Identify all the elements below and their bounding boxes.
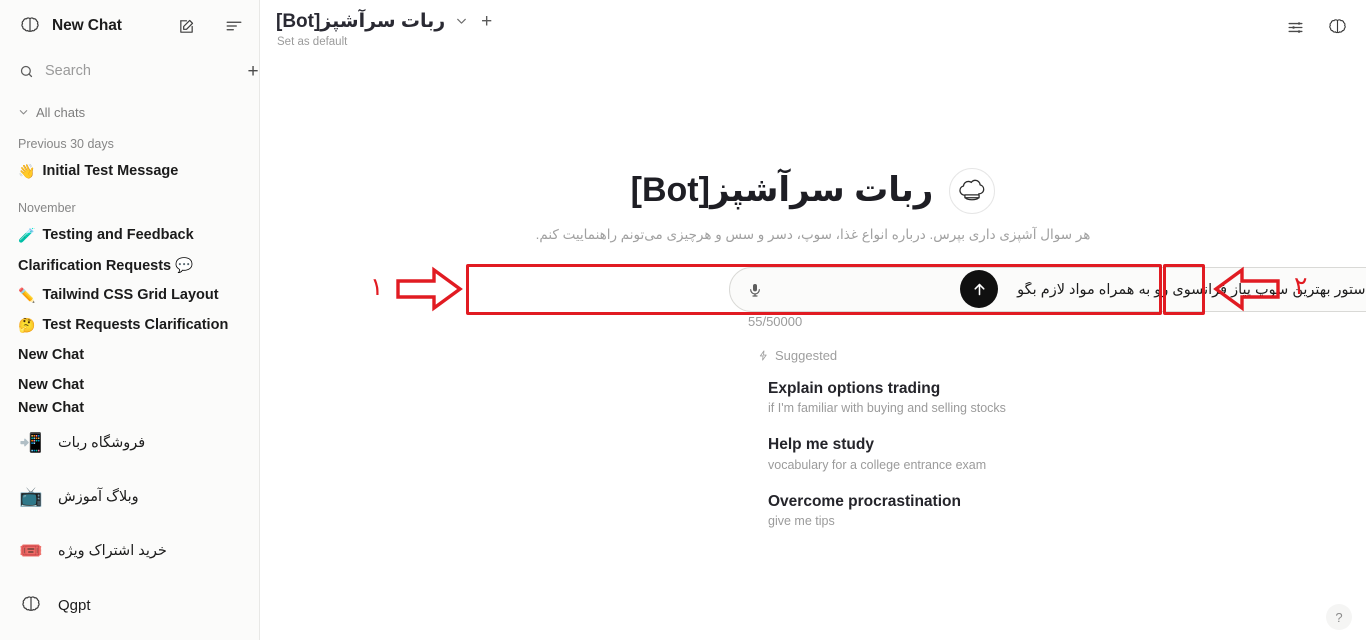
chevron-down-icon[interactable]	[454, 15, 468, 29]
search-input[interactable]	[45, 63, 232, 79]
hero-title-row: ربات سرآشپز[Bot]	[260, 168, 1366, 214]
sidebar-bottom-links: 📲 فروشگاه ربات 📺 وبلاگ آموزش 🎟️ خرید اشت…	[0, 416, 259, 640]
suggestion-list: Explain options trading if I'm familiar …	[768, 379, 1006, 528]
suggested-header: Suggested	[757, 348, 837, 363]
chat-list-item[interactable]: Clarification Requests 💬	[0, 250, 259, 280]
sidebar-link-label: فروشگاه ربات	[58, 435, 146, 451]
compose-icon[interactable]	[175, 15, 197, 37]
chat-item-label: Tailwind CSS Grid Layout	[42, 287, 219, 303]
add-bot-plus-icon[interactable]: +	[481, 12, 492, 31]
chat-list-item[interactable]: New Chat	[0, 340, 259, 370]
lightning-bolt-icon	[757, 350, 769, 362]
hero-section: ربات سرآشپز[Bot] هر سوال آشپزی داری بپرس…	[260, 168, 1366, 243]
sidebar-link-label: خرید اشتراک ویژه	[58, 543, 167, 559]
message-input[interactable]	[766, 281, 1366, 298]
chat-group-label: November	[18, 201, 76, 215]
sidebar-link-robot-store[interactable]: 📲 فروشگاه ربات	[0, 416, 259, 470]
chat-list-item[interactable]: New Chat	[0, 400, 259, 416]
sidebar-link-label: وبلاگ آموزش	[58, 489, 139, 505]
sidebar-link-qgpt[interactable]: Qgpt	[0, 578, 259, 632]
chat-item-label: Testing and Feedback	[42, 227, 194, 243]
chat-emoji-icon: ✏️	[18, 287, 36, 303]
bot-title[interactable]: ربات سرآشپز[Bot]	[276, 10, 445, 33]
sidebar-link-subscription[interactable]: 🎟️ خرید اشتراک ویژه	[0, 524, 259, 578]
search-icon	[18, 63, 34, 79]
chat-emoji-icon: 🧪	[18, 227, 36, 243]
hero-subtitle: هر سوال آشپزی داری بپرس. درباره انواع غذ…	[535, 227, 1091, 242]
all-chats-label: All chats	[36, 104, 86, 120]
chat-list-item[interactable]: 🤔 Test Requests Clarification	[0, 310, 259, 340]
sidebar-link-blog[interactable]: 📺 وبلاگ آموزش	[0, 470, 259, 524]
chat-list-item[interactable]: 👋 Initial Test Message	[0, 156, 259, 186]
suggestion-desc: give me tips	[768, 514, 835, 529]
sliders-icon[interactable]	[1284, 16, 1306, 38]
chef-hat-icon	[949, 168, 996, 214]
chat-list-item[interactable]: ✏️ Tailwind CSS Grid Layout	[0, 280, 259, 310]
brain-logo-icon[interactable]	[1326, 16, 1348, 38]
brand-logo-icon	[18, 592, 44, 618]
sidebar-header: New Chat	[0, 0, 259, 52]
all-chats-toggle[interactable]: All chats	[0, 98, 259, 126]
suggestion-item[interactable]: Overcome procrastination give me tips	[768, 492, 1006, 528]
top-bar-actions	[1284, 16, 1348, 38]
chat-item-label: Initial Test Message	[42, 163, 179, 179]
chat-list-item[interactable]: New Chat	[0, 370, 259, 400]
sidebar: New Chat +	[0, 0, 260, 640]
bot-title-row: ربات سرآشپز[Bot] +	[276, 10, 492, 33]
sidebar-link-label: Qgpt	[58, 596, 91, 614]
subscription-icon: 🎟️	[19, 540, 43, 562]
suggestion-desc: if I'm familiar with buying and selling …	[768, 401, 1006, 416]
bot-selector: ربات سرآشپز[Bot] + Set as default	[276, 10, 492, 48]
chat-list-item[interactable]: 🧪 Testing and Feedback	[0, 220, 259, 250]
top-bar: ربات سرآشپز[Bot] + Set as default	[260, 0, 1366, 62]
chat-group-label: Previous 30 days	[18, 137, 114, 151]
suggestion-item[interactable]: Help me study vocabulary for a college e…	[768, 435, 1006, 471]
chat-emoji-icon: 🤔	[18, 317, 36, 333]
set-as-default-label[interactable]: Set as default	[277, 36, 492, 48]
message-composer: +	[729, 267, 1366, 312]
chat-item-label: New Chat	[18, 400, 85, 416]
chat-item-label: New Chat	[18, 347, 85, 363]
suggested-label: Suggested	[775, 348, 838, 363]
chat-emoji-icon: 👋	[18, 163, 36, 179]
brain-logo-icon	[18, 14, 42, 38]
suggestion-title: Overcome procrastination	[768, 492, 961, 510]
sidebar-title: New Chat	[52, 17, 122, 34]
character-count: 55/50000	[748, 314, 803, 329]
chat-item-label: New Chat	[18, 377, 85, 393]
menu-lines-icon[interactable]	[223, 15, 245, 37]
suggestion-desc: vocabulary for a college entrance exam	[768, 457, 987, 472]
app-root: New Chat +	[0, 0, 1366, 640]
main-content: ربات سرآشپز[Bot] + Set as default ربات س…	[260, 0, 1366, 640]
send-button[interactable]	[960, 270, 998, 308]
hero-title: ربات سرآشپز[Bot]	[630, 171, 934, 210]
suggestion-item[interactable]: Explain options trading if I'm familiar …	[768, 379, 1006, 415]
chevron-down-icon	[18, 107, 29, 118]
robot-store-icon: 📲	[19, 432, 43, 454]
blog-icon: 📺	[19, 486, 43, 508]
composer-wrap: +	[729, 267, 1366, 312]
chat-item-label: Clarification Requests 💬	[18, 257, 194, 274]
new-chat-plus-icon[interactable]: +	[243, 61, 259, 81]
suggestion-title: Explain options trading	[768, 380, 941, 397]
chat-item-label: Test Requests Clarification	[42, 317, 229, 333]
suggestion-title: Help me study	[768, 436, 874, 454]
microphone-icon[interactable]	[744, 279, 766, 301]
sidebar-search-row: +	[0, 54, 259, 88]
help-button[interactable]: ?	[1326, 604, 1352, 630]
